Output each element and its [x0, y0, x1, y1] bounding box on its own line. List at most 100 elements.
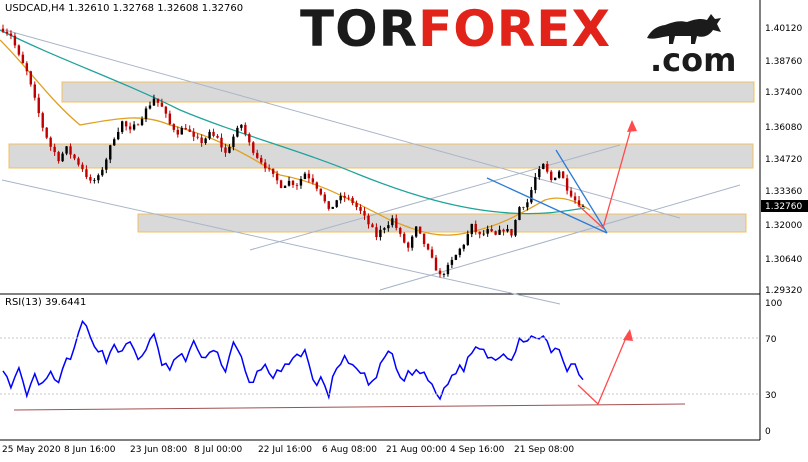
trendline-upper-resistance — [4, 29, 681, 219]
rsi-tick: 70 — [765, 335, 777, 345]
candle-body — [89, 177, 92, 181]
candle-body — [168, 113, 172, 125]
candle-body — [538, 169, 541, 178]
candle-body — [113, 139, 116, 146]
candle-body — [331, 206, 334, 209]
candle-body — [148, 105, 152, 109]
candle-body — [542, 163, 545, 170]
candle-body — [13, 35, 17, 46]
candle-body — [557, 171, 561, 178]
rsi-line — [2, 319, 584, 401]
time-tick: 4 Sep 16:00 — [450, 445, 505, 455]
candle-body — [208, 131, 211, 139]
candle-body — [77, 158, 80, 165]
forecast-arrow-main — [577, 124, 633, 230]
candle-body — [339, 195, 342, 201]
candle-body — [176, 129, 179, 135]
candle-body — [438, 270, 442, 275]
candle-body — [220, 137, 223, 148]
chart-window: 1.40120 1.38760 1.37400 1.36080 1.34720 … — [0, 0, 808, 458]
candle-body — [184, 128, 187, 130]
candle-body — [81, 164, 84, 170]
candle-body — [37, 97, 40, 114]
logo-text-tor: TOR — [300, 0, 419, 58]
rsi-header: RSI(13) 39.6441 — [5, 297, 86, 308]
candle-body — [327, 201, 330, 209]
candle-body — [387, 225, 390, 229]
candle-body — [319, 188, 323, 195]
candle-body — [506, 229, 509, 232]
candle-body — [69, 146, 72, 155]
candle-body — [498, 229, 501, 235]
candle-body — [144, 108, 148, 120]
candle-body — [9, 33, 13, 36]
price-tick: 1.37400 — [765, 88, 802, 98]
candle-body — [61, 153, 64, 162]
candle-body — [561, 171, 565, 179]
rsi-tick: 0 — [765, 427, 771, 437]
candle-body — [546, 163, 549, 172]
candle-body — [530, 189, 533, 203]
candle-body — [422, 233, 426, 245]
candle-body — [470, 223, 473, 235]
rsi-axis-labels: 100 70 30 0 — [765, 299, 782, 437]
price-tick: 1.40120 — [765, 24, 802, 34]
candle-body — [85, 169, 88, 178]
candle-body — [343, 195, 346, 198]
candle-body — [315, 182, 319, 189]
candle-body — [180, 128, 183, 135]
candle-body — [510, 229, 513, 236]
candle-body — [494, 231, 497, 235]
candle-body — [534, 177, 537, 190]
candle-body — [152, 98, 156, 106]
candle-body — [21, 54, 25, 64]
support-zone — [137, 213, 747, 233]
bull-icon — [647, 14, 721, 44]
trendline-lower-support — [1, 179, 561, 305]
candle-body — [256, 152, 259, 158]
time-tick: 8 Jul 00:00 — [194, 445, 243, 455]
candle-body — [553, 177, 557, 181]
rsi-tick: 100 — [765, 299, 782, 309]
candle-body — [359, 207, 362, 211]
candle-body — [466, 234, 469, 245]
candle-body — [1, 28, 5, 32]
time-tick: 21 Aug 00:00 — [386, 445, 447, 455]
candle-body — [490, 229, 493, 232]
candle-body — [252, 142, 255, 153]
price-tick: 1.34720 — [765, 155, 802, 165]
candle-body — [395, 218, 398, 228]
resistance-zone-middle — [8, 143, 754, 169]
price-axis-labels: 1.40120 1.38760 1.37400 1.36080 1.34720 … — [765, 24, 802, 296]
candle-body — [462, 244, 466, 249]
candle-body — [228, 146, 231, 153]
candle-body — [526, 202, 529, 208]
candle-body — [287, 180, 291, 186]
price-tick: 1.36080 — [765, 123, 802, 133]
candle-body — [581, 206, 585, 207]
candle-body — [93, 180, 96, 182]
candle-body — [450, 259, 454, 265]
candle-body — [120, 121, 124, 132]
candle-body — [550, 171, 553, 181]
candle-body — [33, 84, 36, 98]
candle-body — [311, 178, 315, 183]
candle-body — [271, 168, 275, 174]
candle-body — [29, 71, 33, 85]
candle-body — [335, 200, 338, 207]
time-tick: 8 Jun 16:00 — [64, 445, 116, 455]
candle-body — [156, 98, 160, 103]
candle-body — [323, 194, 326, 202]
candle-body — [160, 102, 164, 107]
candle-body — [57, 152, 60, 162]
price-tick: 1.29320 — [765, 286, 802, 296]
candle-body — [291, 180, 295, 185]
candle-body — [260, 157, 263, 163]
candle-body — [446, 264, 450, 275]
candle-body — [49, 137, 52, 147]
candle-body — [25, 63, 29, 72]
candle-body — [407, 242, 410, 248]
channel-lower-line — [379, 184, 741, 291]
candle-body — [196, 136, 199, 138]
candle-body — [279, 180, 283, 188]
